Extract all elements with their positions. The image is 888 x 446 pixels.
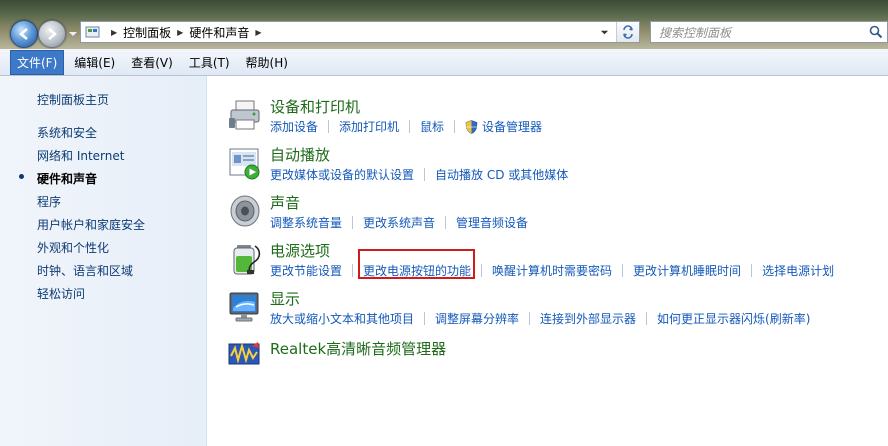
sidebar-item-ease-of-access[interactable]: 轻松访问: [37, 285, 85, 302]
sidebar-item-appearance[interactable]: 外观和个性化: [37, 239, 109, 256]
breadcrumb: ▶ 控制面板 ▶ 硬件和声音 ▶: [105, 24, 268, 41]
change-media-defaults-link[interactable]: 更改媒体或设备的默认设置: [270, 166, 414, 183]
link-divider: [481, 264, 483, 277]
monitor-icon: [229, 292, 259, 322]
menu-tools[interactable]: 工具(T): [183, 51, 236, 74]
refresh-icon: [623, 25, 633, 39]
highlight-annotation: [358, 249, 475, 279]
sidebar-item-hardware-sound[interactable]: 硬件和声音: [37, 170, 97, 187]
control-panel-icon: [85, 26, 100, 38]
back-arrow-icon: [19, 28, 28, 40]
category-title[interactable]: 声音: [270, 192, 300, 213]
choose-power-plan-link[interactable]: 选择电源计划: [762, 262, 834, 279]
title-address-bar: ▶ 控制面板 ▶ 硬件和声音 ▶ 搜索控制面板: [0, 0, 888, 49]
zoom-text-link[interactable]: 放大或缩小文本和其他项目: [270, 310, 414, 327]
mouse-link[interactable]: 鼠标: [420, 118, 444, 135]
menu-view[interactable]: 查看(V): [125, 51, 179, 74]
breadcrumb-separator-icon[interactable]: ▶: [177, 28, 183, 37]
current-item-bullet-icon: [19, 174, 24, 179]
fix-monitor-flicker-link[interactable]: 如何更正显示器闪烁(刷新率): [657, 310, 810, 327]
link-divider: [409, 120, 411, 133]
sidebar-item-programs[interactable]: 程序: [37, 193, 61, 210]
address-bar[interactable]: ▶ 控制面板 ▶ 硬件和声音 ▶: [80, 21, 640, 43]
link-divider: [352, 264, 354, 277]
link-divider: [328, 120, 330, 133]
category-links: 更改节能设置 更改电源按钮的功能 唤醒计算机时需要密码 更改计算机睡眠时间 选择…: [270, 262, 834, 279]
forward-arrow-icon: [48, 28, 57, 40]
battery-icon: [233, 245, 261, 275]
refresh-button[interactable]: [616, 22, 639, 42]
link-divider: [646, 312, 648, 325]
category-title[interactable]: Realtek高清晰音频管理器: [270, 338, 446, 359]
menu-file[interactable]: 文件(F): [10, 49, 65, 75]
autoplay-icon: [229, 148, 260, 180]
sidebar-item-network[interactable]: 网络和 Internet: [37, 147, 124, 164]
breadcrumb-separator-icon[interactable]: ▶: [255, 28, 261, 37]
adjust-volume-link[interactable]: 调整系统音量: [270, 214, 342, 231]
search-icon[interactable]: [869, 25, 883, 39]
uac-shield-icon: [465, 119, 478, 134]
connect-external-display-link[interactable]: 连接到外部显示器: [540, 310, 636, 327]
category-title[interactable]: 显示: [270, 288, 300, 309]
add-printer-link[interactable]: 添加打印机: [339, 118, 399, 135]
device-manager-link[interactable]: 设备管理器: [482, 118, 542, 135]
sidebar-item-home[interactable]: 控制面板主页: [37, 91, 109, 108]
menu-bar: 文件(F) 编辑(E) 查看(V) 工具(T) 帮助(H): [0, 49, 888, 76]
link-divider: [454, 120, 456, 133]
sidebar-item-system-security[interactable]: 系统和安全: [37, 124, 97, 141]
category-links: 放大或缩小文本和其他项目 调整屏幕分辨率 连接到外部显示器 如何更正显示器闪烁(…: [270, 310, 810, 327]
adjust-resolution-link[interactable]: 调整屏幕分辨率: [435, 310, 519, 327]
require-password-on-wake-link[interactable]: 唤醒计算机时需要密码: [492, 262, 612, 279]
navigation-pane: 控制面板主页 系统和安全 网络和 Internet 硬件和声音 程序 用户帐户和…: [0, 76, 207, 446]
breadcrumb-control-panel[interactable]: 控制面板: [123, 24, 171, 41]
category-title[interactable]: 电源选项: [270, 240, 330, 261]
category-title[interactable]: 设备和打印机: [270, 96, 360, 117]
category-links: 调整系统音量 更改系统声音 管理音频设备: [270, 214, 528, 231]
link-divider: [424, 312, 426, 325]
add-device-link[interactable]: 添加设备: [270, 118, 318, 135]
printer-icon: [229, 100, 260, 130]
address-dropdown-icon[interactable]: [600, 28, 609, 37]
realtek-audio-icon: [228, 342, 260, 365]
link-divider: [445, 216, 447, 229]
manage-audio-devices-link[interactable]: 管理音频设备: [456, 214, 528, 231]
autoplay-cd-link[interactable]: 自动播放 CD 或其他媒体: [435, 166, 568, 183]
search-input[interactable]: 搜索控制面板: [650, 21, 888, 43]
link-divider: [424, 168, 426, 181]
category-links: 更改媒体或设备的默认设置 自动播放 CD 或其他媒体: [270, 166, 568, 183]
breadcrumb-hardware-sound[interactable]: 硬件和声音: [189, 24, 249, 41]
breadcrumb-separator-icon[interactable]: ▶: [111, 28, 117, 37]
change-system-sounds-link[interactable]: 更改系统声音: [363, 214, 435, 231]
change-sleep-time-link[interactable]: 更改计算机睡眠时间: [633, 262, 741, 279]
speaker-icon: [230, 195, 260, 227]
change-power-saving-link[interactable]: 更改节能设置: [270, 262, 342, 279]
menu-edit[interactable]: 编辑(E): [68, 51, 121, 74]
sidebar-item-user-accounts[interactable]: 用户帐户和家庭安全: [37, 216, 145, 233]
forward-button[interactable]: [38, 20, 66, 48]
link-divider: [529, 312, 531, 325]
search-placeholder: 搜索控制面板: [659, 25, 732, 40]
link-divider: [751, 264, 753, 277]
menu-help[interactable]: 帮助(H): [240, 51, 294, 74]
recent-pages-dropdown-icon[interactable]: [68, 29, 78, 39]
sidebar-item-clock-region[interactable]: 时钟、语言和区域: [37, 262, 133, 279]
category-title[interactable]: 自动播放: [270, 144, 330, 165]
link-divider: [352, 216, 354, 229]
category-links: 添加设备 添加打印机 鼠标 设备管理器: [270, 118, 542, 135]
back-button[interactable]: [10, 20, 38, 48]
link-divider: [622, 264, 624, 277]
